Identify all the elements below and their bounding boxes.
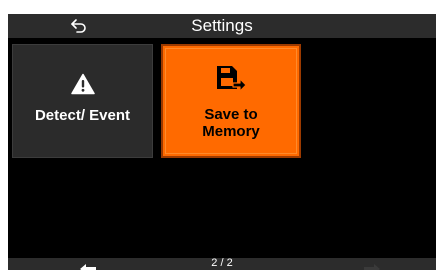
save-to-memory-icon — [215, 64, 247, 94]
detect-event-label: Detect/ Event — [34, 107, 131, 124]
next-page-button[interactable] — [364, 261, 380, 270]
save-to-memory-label: Save to Memory — [202, 106, 260, 140]
right-arrow-icon — [364, 264, 380, 270]
detect-event-tile[interactable]: Detect/ Event — [12, 44, 153, 158]
warning-triangle-icon — [70, 73, 95, 95]
settings-screen: Settings Detect/ Event Save to Memory 2 … — [8, 14, 436, 270]
footer-bar: 2 / 2 — [8, 257, 436, 270]
page-title: Settings — [191, 16, 253, 35]
header-bar: Settings — [8, 14, 436, 38]
save-to-memory-tile[interactable]: Save to Memory — [161, 44, 301, 158]
